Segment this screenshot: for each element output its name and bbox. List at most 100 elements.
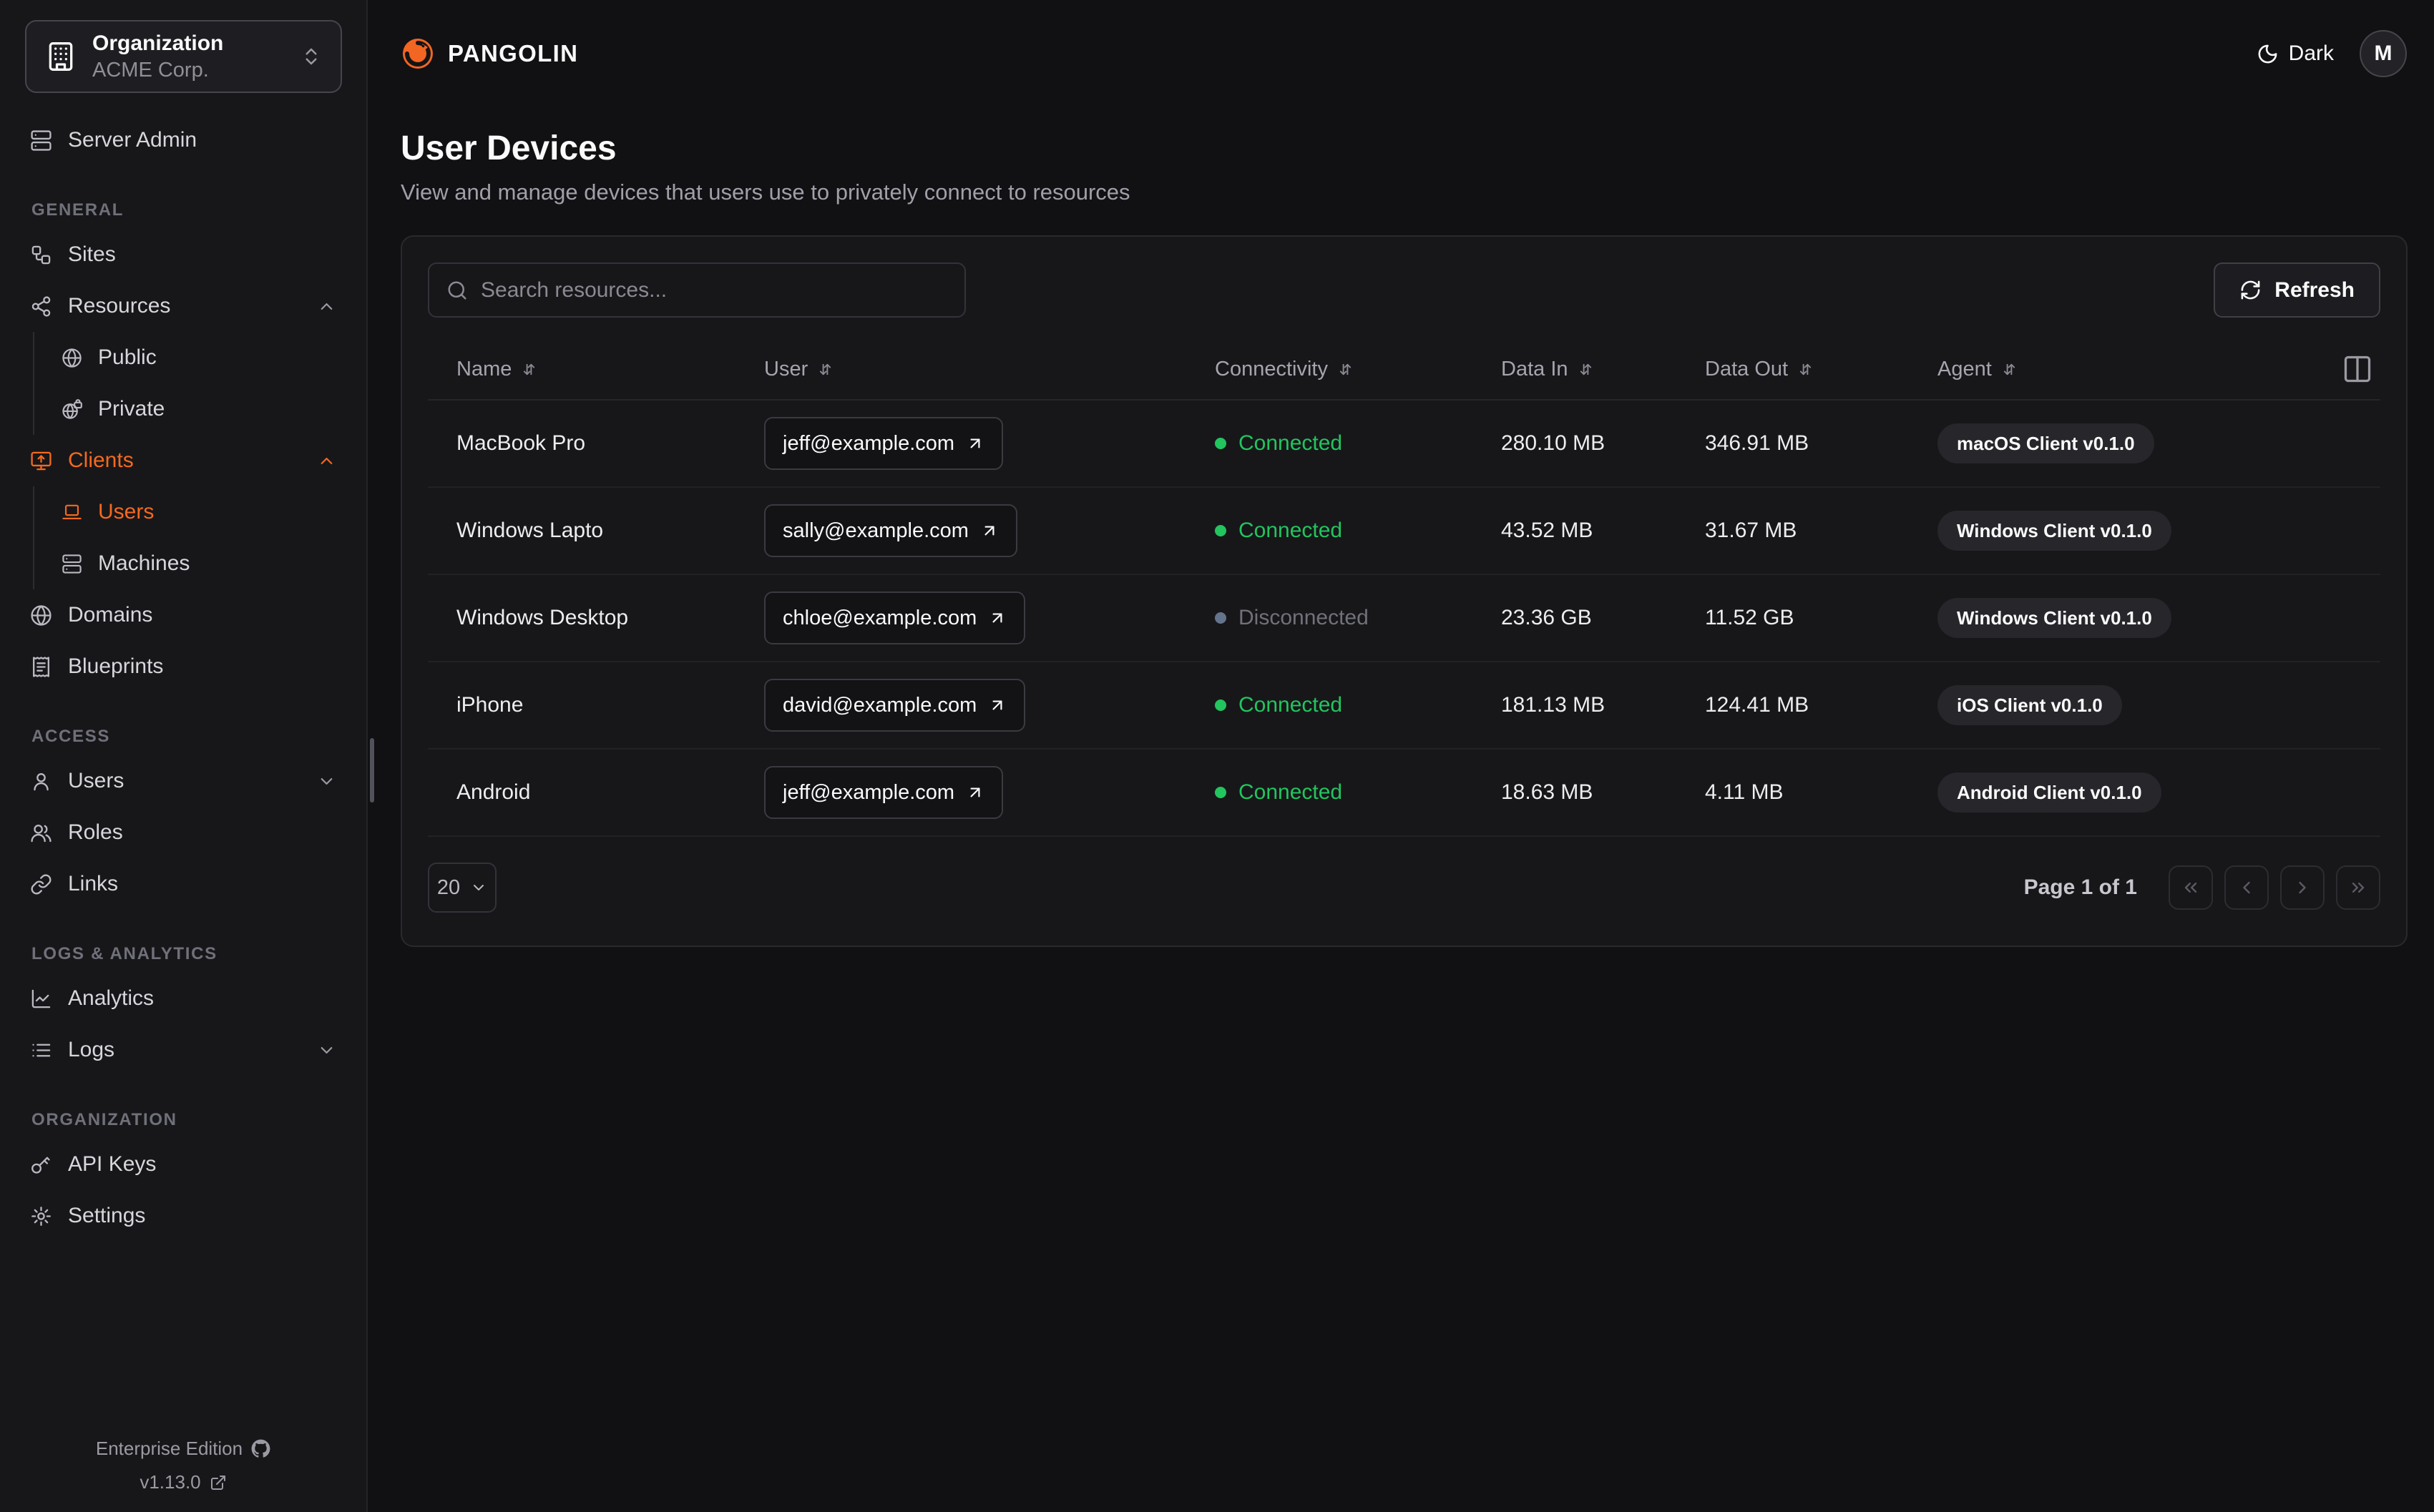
sidebar-item-analytics[interactable]: Analytics <box>0 973 366 1024</box>
column-header-user[interactable]: User <box>735 358 1186 381</box>
sidebar-item-label: Clients <box>68 448 134 472</box>
device-name: Android <box>456 780 531 804</box>
sidebar-item-label: Public <box>98 345 157 369</box>
data-in-cell: 280.10 MB <box>1501 431 1605 455</box>
gear-icon <box>31 1206 51 1226</box>
section-label-organization: ORGANIZATION <box>31 1110 177 1129</box>
moon-icon <box>2258 44 2277 63</box>
sidebar-item-links[interactable]: Links <box>0 858 366 910</box>
sidebar-item-blueprints[interactable]: Blueprints <box>0 641 366 692</box>
sidebar-item-label: Blueprints <box>68 654 164 678</box>
sidebar-item-api-keys[interactable]: API Keys <box>0 1139 366 1190</box>
search-box <box>428 262 966 318</box>
column-header-data-out[interactable]: Data Out <box>1676 358 1909 381</box>
last-page-button[interactable] <box>2336 865 2380 910</box>
sidebar-item-label: Machines <box>98 551 190 575</box>
section-label-general: GENERAL <box>31 200 124 220</box>
sidebar-item-resources[interactable]: Resources <box>0 280 366 332</box>
clients-subnav: Users Machines <box>33 486 366 589</box>
sidebar-item-logs[interactable]: Logs <box>0 1024 366 1076</box>
topbar-right: Dark M <box>2257 30 2407 77</box>
sidebar-item-settings[interactable]: Settings <box>0 1190 366 1242</box>
avatar[interactable]: M <box>2360 30 2407 77</box>
sidebar-item-roles[interactable]: Roles <box>0 807 366 858</box>
sidebar-item-users[interactable]: Users <box>0 755 366 807</box>
data-in-cell: 181.13 MB <box>1501 693 1605 717</box>
sidebar-item-label: Links <box>68 872 119 895</box>
resources-subnav: Public Private <box>33 332 366 435</box>
chevrons-up-down-icon <box>306 48 317 65</box>
table-row: iPhone david@example.com Connected 181.1… <box>428 662 2380 750</box>
column-header-agent[interactable]: Agent <box>1909 358 2252 381</box>
data-in-cell: 23.36 GB <box>1501 606 1592 629</box>
building-icon <box>49 42 73 71</box>
refresh-button[interactable]: Refresh <box>2214 262 2380 318</box>
user-cell: david@example.com <box>735 679 1186 732</box>
user-link-button[interactable]: chloe@example.com <box>764 591 1026 644</box>
data-in-cell: 43.52 MB <box>1501 519 1593 542</box>
agent-badge: macOS Client v0.1.0 <box>1937 423 2154 463</box>
globe-icon <box>31 604 52 626</box>
sidebar-item-label: Private <box>98 397 165 421</box>
sidebar-item-label: Domains <box>68 603 153 627</box>
sidebar-item-private[interactable]: Private <box>34 383 366 435</box>
search-input[interactable] <box>481 278 947 303</box>
sidebar-footer: Enterprise Edition v1.13.0 <box>0 1426 366 1493</box>
page-size-select[interactable]: 20 <box>428 863 497 913</box>
server-icon <box>62 554 82 574</box>
sidebar-item-server-admin[interactable]: Server Admin <box>0 114 366 166</box>
edition-line[interactable]: Enterprise Edition <box>0 1438 366 1460</box>
sidebar-item-public[interactable]: Public <box>34 332 366 383</box>
status-badge: Connected <box>1215 431 1342 456</box>
sidebar-item-sites[interactable]: Sites <box>0 229 366 280</box>
first-page-button[interactable] <box>2169 865 2213 910</box>
globe-icon <box>62 348 82 368</box>
page-subtitle: View and manage devices that users use t… <box>401 180 1130 205</box>
chevron-right-icon <box>2299 881 2306 894</box>
user-link-button[interactable]: jeff@example.com <box>764 766 1004 819</box>
prev-page-button[interactable] <box>2224 865 2269 910</box>
user-link-button[interactable]: jeff@example.com <box>764 417 1004 470</box>
arrow-up-right-icon <box>970 438 980 448</box>
user-icon <box>34 772 49 790</box>
sort-icon[interactable] <box>1797 361 1814 378</box>
agent-badge: Windows Client v0.1.0 <box>1937 511 2171 551</box>
sort-icon[interactable] <box>1578 361 1594 378</box>
page-info: Page 1 of 1 <box>2023 875 2137 899</box>
sort-icon[interactable] <box>521 361 537 378</box>
sidebar-item-clients[interactable]: Clients <box>0 435 366 486</box>
sort-icon[interactable] <box>1337 361 1354 378</box>
column-header-name[interactable]: Name <box>428 358 735 381</box>
agent-cell: Android Client v0.1.0 <box>1909 772 2252 813</box>
org-selector[interactable]: Organization ACME Corp. <box>25 20 342 93</box>
section-label-logs-analytics: LOGS & ANALYTICS <box>31 944 218 963</box>
column-header-data-in[interactable]: Data In <box>1472 358 1676 381</box>
data-out-cell: 4.11 MB <box>1705 780 1784 804</box>
sidebar-item-domains[interactable]: Domains <box>0 589 366 641</box>
laptop-icon <box>62 504 82 519</box>
user-cell: chloe@example.com <box>735 591 1186 644</box>
table-footer: 20 Page 1 of 1 <box>428 863 2380 913</box>
theme-label: Dark <box>2288 41 2334 65</box>
status-dot <box>1215 787 1226 798</box>
agent-badge: Android Client v0.1.0 <box>1937 772 2161 813</box>
user-link-button[interactable]: sally@example.com <box>764 504 1017 557</box>
sidebar-item-label: Sites <box>68 242 116 266</box>
sort-icon[interactable] <box>817 361 834 378</box>
brand[interactable]: PANGOLIN <box>401 36 578 71</box>
sidebar-scrollbar[interactable] <box>370 738 374 802</box>
key-icon <box>31 1157 50 1174</box>
sidebar-item-client-users[interactable]: Users <box>34 486 366 538</box>
columns-icon[interactable] <box>2342 353 2373 385</box>
sort-icon[interactable] <box>2001 361 2018 378</box>
theme-toggle[interactable]: Dark <box>2257 41 2334 66</box>
arrow-up-right-icon <box>970 787 980 797</box>
external-link-icon <box>210 1475 225 1490</box>
user-link-button[interactable]: david@example.com <box>764 679 1026 732</box>
chevrons-right-icon <box>2352 882 2365 893</box>
sidebar-item-machines[interactable]: Machines <box>34 538 366 589</box>
chevron-up-icon <box>321 457 333 464</box>
column-header-connectivity[interactable]: Connectivity <box>1186 358 1472 381</box>
next-page-button[interactable] <box>2280 865 2325 910</box>
version-line[interactable]: v1.13.0 <box>0 1471 366 1493</box>
